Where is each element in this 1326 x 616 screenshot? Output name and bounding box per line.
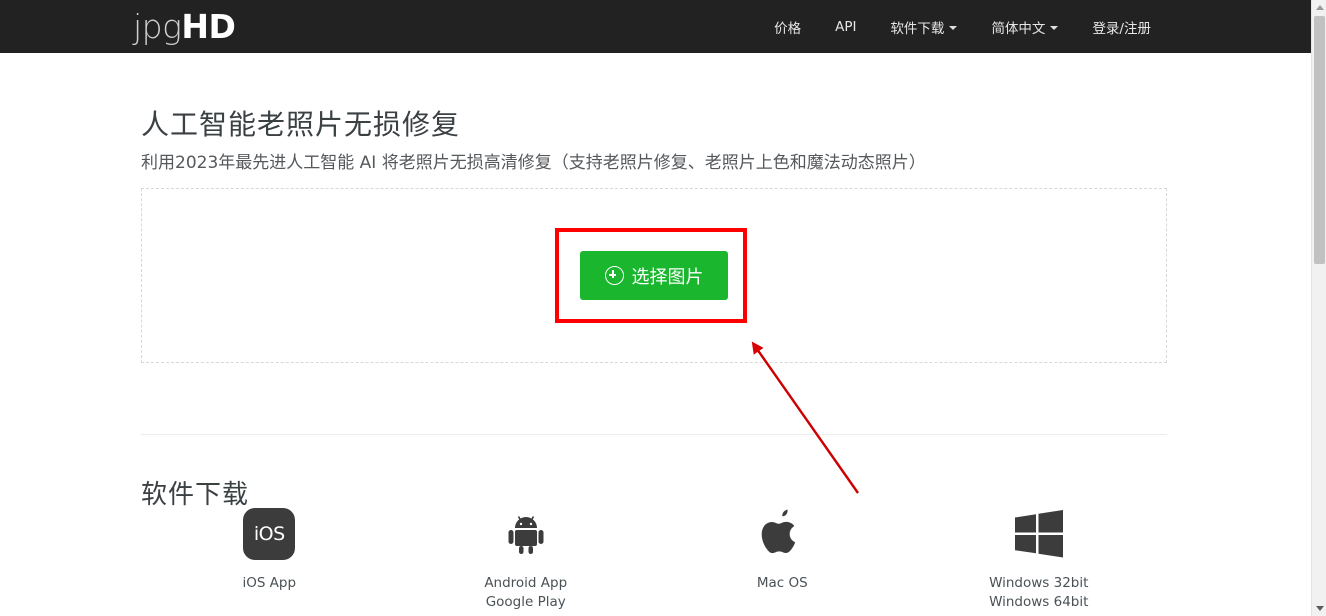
page-title: 人工智能老照片无损修复 <box>141 107 461 141</box>
nav-item-label: 软件下载 <box>890 20 945 37</box>
nav-item-pricing[interactable]: 价格 <box>757 17 818 37</box>
android-icon <box>500 505 552 563</box>
chevron-down-icon <box>1050 25 1059 30</box>
download-label-line1: Mac OS <box>756 575 808 591</box>
nav-item-label: 简体中文 <box>991 20 1046 37</box>
download-item-macos[interactable]: Mac OS <box>654 505 911 612</box>
download-item-ios[interactable]: iOS iOS App <box>141 505 398 612</box>
download-label-line1: Windows 32bit <box>989 575 1089 591</box>
logo-text-light: jpg <box>133 7 182 46</box>
apple-icon <box>758 505 806 563</box>
triangle-up-icon <box>1315 5 1324 10</box>
page-subtitle: 利用2023年最先进人工智能 AI 将老照片无损高清修复（支持老照片修复、老照片… <box>141 153 926 173</box>
download-item-label: Windows 32bit Windows 64bit <box>989 574 1088 612</box>
vertical-scrollbar[interactable] <box>1311 0 1326 616</box>
download-label-line1: iOS App <box>242 575 297 591</box>
site-logo[interactable]: jpgHD <box>133 6 236 47</box>
page-content: jpgHD 价格 API 软件下载 简体中文 登录/注册 人工智能老照片无损修复… <box>0 0 1311 616</box>
download-label-line2: Google Play <box>485 594 566 610</box>
nav-item-label: 价格 <box>774 20 802 37</box>
nav-item-label: 登录/注册 <box>1092 20 1151 37</box>
downloads-list: iOS iOS App Android App Google Play Mac … <box>141 505 1167 612</box>
download-item-android[interactable]: Android App Google Play <box>398 505 655 612</box>
plus-circle-icon <box>604 266 624 285</box>
select-image-button[interactable]: 选择图片 <box>580 251 728 300</box>
section-divider <box>141 434 1167 435</box>
select-image-button-label: 选择图片 <box>631 266 704 288</box>
scrollbar-down-button[interactable] <box>1312 601 1326 616</box>
scrollbar-up-button[interactable] <box>1312 0 1326 15</box>
ios-icon: iOS <box>243 505 296 563</box>
nav-item-language[interactable]: 简体中文 <box>974 17 1075 37</box>
download-item-label: Mac OS <box>757 574 808 593</box>
site-header: jpgHD 价格 API 软件下载 简体中文 登录/注册 <box>0 0 1311 53</box>
logo-text-bold: HD <box>181 7 236 46</box>
nav-item-login-register[interactable]: 登录/注册 <box>1075 17 1168 37</box>
nav-item-software-download[interactable]: 软件下载 <box>873 17 974 37</box>
chevron-down-icon <box>949 25 958 30</box>
main-navigation: 价格 API 软件下载 简体中文 登录/注册 <box>757 0 1168 53</box>
download-label-line1: Android App <box>484 575 568 591</box>
ios-badge-label: iOS <box>243 508 296 560</box>
download-item-windows[interactable]: Windows 32bit Windows 64bit <box>911 505 1168 612</box>
download-label-line2: Windows 64bit <box>989 594 1089 610</box>
download-item-label: Android App Google Play <box>484 574 567 612</box>
nav-item-label: API <box>835 18 857 35</box>
scrollbar-thumb[interactable] <box>1314 16 1325 264</box>
download-item-label: iOS App <box>242 574 296 593</box>
browser-viewport: jpgHD 价格 API 软件下载 简体中文 登录/注册 人工智能老照片无损修复… <box>0 0 1326 616</box>
windows-icon <box>1011 505 1067 563</box>
nav-item-api[interactable]: API <box>818 19 873 35</box>
triangle-down-icon <box>1315 606 1324 611</box>
